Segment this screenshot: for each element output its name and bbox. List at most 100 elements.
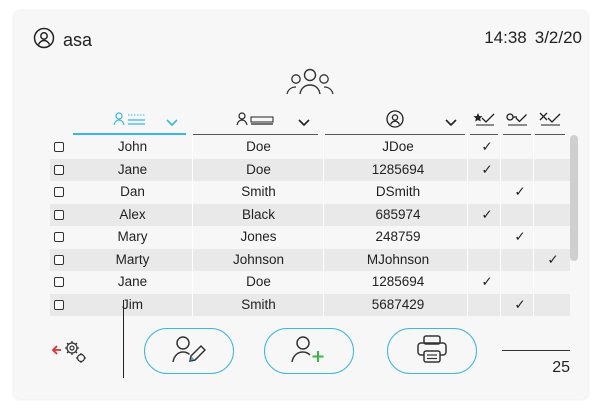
- time-text: 14:38: [484, 28, 527, 47]
- users-table: John Doe JDoe ✓ Jane Doe 1285694 ✓ Dan S…: [50, 136, 570, 316]
- column-divider: [192, 136, 193, 316]
- cell-last-name: Smith: [241, 296, 276, 312]
- cell-role-2: ✓: [514, 229, 526, 244]
- cell-username: DSmith: [375, 184, 421, 199]
- user-circle-icon: [386, 109, 404, 133]
- cell-role-1: [473, 181, 501, 204]
- cell-role-3: [538, 159, 568, 182]
- row-checkbox[interactable]: [54, 254, 64, 265]
- cell-role-3: [538, 271, 568, 294]
- column-underline: [470, 134, 498, 135]
- edit-user-button[interactable]: [144, 328, 234, 374]
- row-checkbox[interactable]: [54, 299, 64, 310]
- column-divider: [467, 136, 468, 316]
- edit-user-icon: [172, 334, 207, 369]
- cell-role-2: [506, 271, 534, 294]
- table-row[interactable]: Jane Doe 1285694 ✓: [50, 158, 570, 182]
- table-row[interactable]: Marty Johnson MJohnson ✓: [50, 248, 570, 272]
- print-button[interactable]: [387, 328, 477, 374]
- column-divider: [500, 136, 501, 316]
- cell-role-3: [538, 294, 568, 317]
- cell-first-name: Jane: [117, 161, 148, 177]
- row-checkbox[interactable]: [54, 209, 64, 220]
- vertical-scrollbar[interactable]: [570, 135, 578, 261]
- cell-username: 5687429: [371, 296, 425, 312]
- cell-role-2: [506, 136, 534, 159]
- column-underline: [193, 134, 318, 135]
- add-user-icon: [291, 334, 327, 369]
- cell-role-2: [506, 159, 534, 182]
- table-row[interactable]: Alex Black 685974 ✓: [50, 203, 570, 227]
- cell-role-2: [506, 249, 534, 272]
- column-role-3[interactable]: [535, 107, 565, 135]
- cell-role-2: ✓: [514, 296, 526, 312]
- cell-last-name: Jones: [240, 229, 277, 244]
- cell-role-1: [473, 294, 501, 317]
- cell-last-name: Doe: [246, 274, 271, 289]
- row-checkbox[interactable]: [54, 142, 64, 152]
- cell-role-1: [473, 249, 501, 272]
- cell-role-3: [538, 204, 568, 227]
- cell-role-2: ✓: [514, 184, 526, 199]
- chevron-down-icon[interactable]: [166, 114, 178, 132]
- cell-username: MJohnson: [366, 251, 430, 267]
- clock: 14:38 3/2/20: [484, 28, 582, 48]
- cell-username: JDoe: [382, 139, 414, 154]
- add-user-button[interactable]: [264, 328, 354, 374]
- cell-role-3: [538, 226, 568, 249]
- cell-role-3: ✓: [547, 251, 559, 267]
- text-cursor-line: [123, 300, 124, 378]
- column-divider: [323, 136, 324, 316]
- cell-last-name: Black: [241, 206, 275, 222]
- column-username[interactable]: [325, 107, 465, 135]
- cell-first-name: Jane: [117, 274, 148, 289]
- date-text: 3/2/20: [534, 28, 582, 47]
- cell-first-name: Jim: [122, 296, 143, 312]
- column-role-1[interactable]: [470, 107, 498, 135]
- table-row[interactable]: Jane Doe 1285694 ✓: [50, 271, 570, 294]
- cell-username: 685974: [375, 206, 421, 222]
- row-checkbox[interactable]: [54, 187, 64, 197]
- cell-first-name: John: [117, 139, 148, 154]
- user-name: asa: [63, 30, 93, 50]
- chevron-down-icon[interactable]: [298, 114, 310, 132]
- cell-role-1: ✓: [481, 161, 493, 177]
- cell-role-3: [538, 136, 568, 159]
- column-role-2[interactable]: [503, 107, 531, 135]
- column-first-name[interactable]: [73, 107, 186, 135]
- user-card-icon: [235, 111, 276, 131]
- cell-last-name: Doe: [246, 161, 271, 177]
- cell-role-2: [506, 204, 534, 227]
- column-underline: [535, 134, 565, 135]
- key-check-icon: [506, 112, 528, 131]
- chevron-down-icon[interactable]: [445, 114, 457, 132]
- column-underline: [503, 134, 531, 135]
- cell-role-1: ✓: [481, 206, 493, 222]
- row-checkbox[interactable]: [54, 232, 64, 242]
- users-group-icon: [284, 66, 336, 101]
- current-user[interactable]: asa: [33, 27, 92, 54]
- cell-role-1: [473, 226, 501, 249]
- tools-check-icon: [539, 112, 561, 131]
- cell-username: 1285694: [371, 161, 425, 177]
- cell-first-name: Alex: [119, 206, 146, 222]
- column-divider: [533, 136, 534, 316]
- cell-first-name: Dan: [120, 184, 145, 199]
- count-divider: [502, 350, 570, 351]
- settings-back-button[interactable]: [51, 337, 88, 370]
- row-checkbox[interactable]: [54, 164, 64, 175]
- cell-first-name: Marty: [115, 251, 150, 267]
- user-name-icon: [112, 111, 147, 131]
- active-sort-underline: [73, 133, 186, 135]
- table-row[interactable]: Jim Smith 5687429 ✓: [50, 293, 570, 317]
- cell-role-3: [538, 181, 568, 204]
- table-row[interactable]: Dan Smith DSmith ✓: [50, 181, 570, 204]
- table-row[interactable]: John Doe JDoe ✓: [50, 136, 570, 159]
- cell-last-name: Smith: [241, 184, 276, 199]
- column-last-name[interactable]: [193, 107, 318, 135]
- user-circle-icon: [33, 27, 55, 54]
- row-checkbox[interactable]: [54, 277, 64, 287]
- table-row[interactable]: Mary Jones 248759 ✓: [50, 226, 570, 249]
- cell-role-1: ✓: [481, 139, 493, 154]
- cell-username: 1285694: [371, 274, 425, 289]
